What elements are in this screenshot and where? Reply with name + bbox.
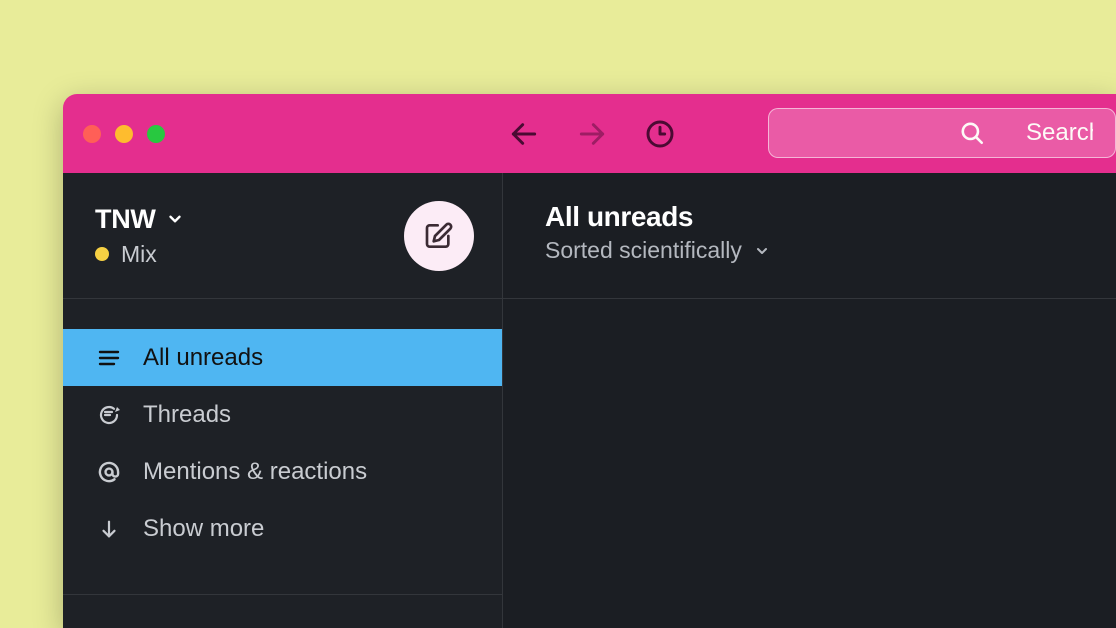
- nav-forward-button[interactable]: [576, 118, 608, 150]
- traffic-lights: [83, 125, 165, 143]
- user-status[interactable]: Mix: [95, 241, 184, 268]
- sidebar-item-mentions[interactable]: Mentions & reactions: [63, 443, 502, 500]
- sidebar: TNW Mix: [63, 173, 503, 628]
- sidebar-item-label: Mentions & reactions: [143, 458, 367, 486]
- main-panel: All unreads Sorted scientifically: [503, 173, 1116, 628]
- workspace-header: TNW Mix: [63, 173, 502, 299]
- window-minimize-button[interactable]: [115, 125, 133, 143]
- presence-indicator-icon: [95, 247, 109, 261]
- workspace-switcher[interactable]: TNW: [95, 204, 184, 235]
- user-name: Mix: [121, 241, 157, 268]
- app-body: TNW Mix: [63, 173, 1116, 628]
- window-close-button[interactable]: [83, 125, 101, 143]
- clock-icon: [644, 118, 676, 150]
- window-maximize-button[interactable]: [147, 125, 165, 143]
- nav-controls: [508, 118, 676, 150]
- workspace-info: TNW Mix: [95, 204, 184, 268]
- history-button[interactable]: [644, 118, 676, 150]
- sidebar-divider: [63, 565, 502, 595]
- sidebar-item-label: All unreads: [143, 344, 263, 372]
- main-header: All unreads Sorted scientifically: [503, 173, 1116, 299]
- sidebar-item-show-more[interactable]: Show more: [63, 500, 502, 557]
- titlebar: Search T: [63, 94, 1116, 173]
- arrow-right-icon: [576, 118, 608, 150]
- compose-button[interactable]: [404, 201, 474, 271]
- search-placeholder: Search T: [1026, 119, 1093, 147]
- arrow-down-icon: [98, 518, 120, 540]
- sort-dropdown[interactable]: Sorted scientifically: [545, 237, 1074, 264]
- sidebar-item-threads[interactable]: Threads: [63, 386, 502, 443]
- search-icon: [959, 120, 985, 146]
- main-content: [503, 299, 1116, 628]
- sidebar-item-label: Threads: [143, 401, 231, 429]
- sidebar-item-label: Show more: [143, 515, 264, 543]
- threads-icon: [97, 403, 121, 427]
- sidebar-item-all-unreads[interactable]: All unreads: [63, 329, 502, 386]
- search-box[interactable]: Search T: [768, 108, 1116, 158]
- at-sign-icon: [96, 459, 122, 485]
- app-window: Search T TNW Mix: [63, 94, 1116, 628]
- list-icon: [97, 346, 121, 370]
- sort-label: Sorted scientifically: [545, 237, 742, 264]
- page-title: All unreads: [545, 201, 1074, 233]
- arrow-left-icon: [508, 118, 540, 150]
- compose-icon: [423, 220, 455, 252]
- nav-back-button[interactable]: [508, 118, 540, 150]
- workspace-name: TNW: [95, 204, 156, 235]
- chevron-down-icon: [754, 243, 770, 259]
- chevron-down-icon: [166, 210, 184, 228]
- sidebar-list: All unreads Threads Mentions & reactions: [63, 299, 502, 595]
